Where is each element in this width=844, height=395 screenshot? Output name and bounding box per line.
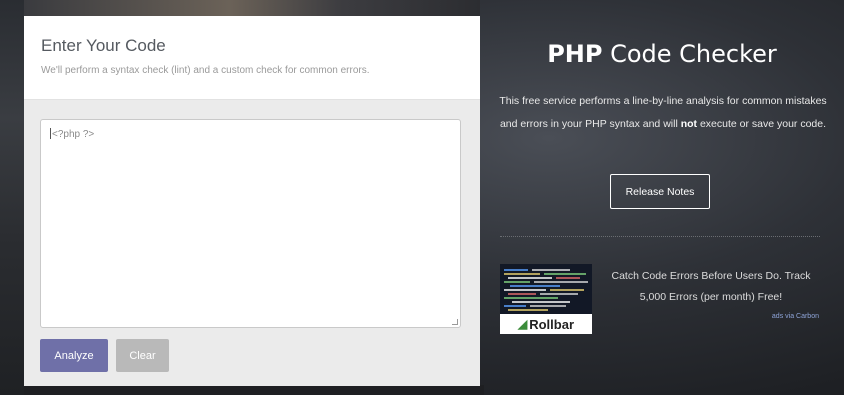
page-title: PHP Code Checker [480, 40, 844, 68]
hero-description: This free service performs a line-by-lin… [498, 90, 828, 136]
desc-bold: not [680, 118, 698, 130]
code-textarea[interactable]: <?php ?> [40, 119, 461, 328]
card-title: Enter Your Code [41, 36, 166, 55]
ads-via-carbon-link[interactable]: ads via Carbon [720, 313, 819, 320]
rollbar-logo-icon: ◢ [517, 317, 528, 331]
analyze-button[interactable]: Analyze [40, 339, 108, 372]
ad-image[interactable]: ◢ Rollbar [500, 264, 592, 334]
background-bottom [24, 385, 484, 395]
desc-part2: execute or save your code. [697, 118, 827, 130]
divider [500, 236, 820, 237]
text-caret [50, 128, 51, 139]
code-screenshot-icon [500, 264, 592, 314]
release-notes-button[interactable]: Release Notes [610, 174, 710, 209]
page-title-rest: Code Checker [602, 40, 777, 68]
hero-panel: PHP Code Checker This free service perfo… [480, 0, 844, 395]
page-title-bold: PHP [547, 40, 603, 68]
code-value: <?php ?> [52, 129, 95, 140]
rollbar-logo: ◢ Rollbar [500, 314, 592, 334]
rollbar-brand: Rollbar [529, 316, 575, 332]
clear-button[interactable]: Clear [116, 339, 169, 372]
card-subtitle: We'll perform a syntax check (lint) and … [41, 65, 370, 76]
code-input-card: Enter Your Code We'll perform a syntax c… [24, 16, 480, 386]
ad-text-link[interactable]: Catch Code Errors Before Users Do. Track… [598, 266, 824, 308]
resize-grip-icon[interactable] [452, 319, 458, 325]
background-left [0, 0, 24, 395]
card-header: Enter Your Code We'll perform a syntax c… [24, 16, 480, 100]
